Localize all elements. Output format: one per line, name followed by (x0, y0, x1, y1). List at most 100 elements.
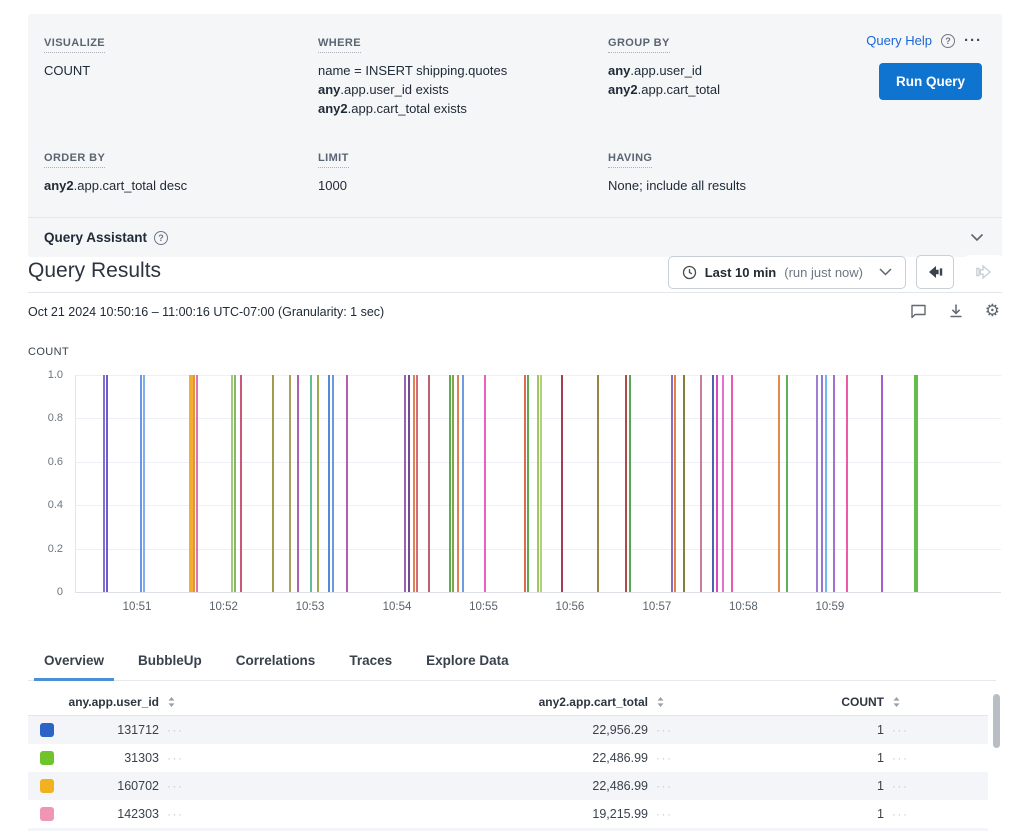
series-spike (683, 375, 685, 592)
series-spike (700, 375, 702, 592)
column-header-user-id[interactable]: any.app.user_id (28, 695, 159, 709)
download-icon[interactable] (948, 303, 964, 319)
cell-count: 1 (824, 751, 884, 765)
query-clause[interactable]: None; include all results (608, 176, 860, 195)
query-section-order-by[interactable]: ORDER BYany2.app.cart_total desc (44, 148, 318, 195)
series-spike (524, 375, 526, 592)
series-spike (413, 375, 415, 592)
query-section-limit[interactable]: LIMIT1000 (318, 148, 608, 195)
run-query-button[interactable]: Run Query (879, 63, 982, 100)
cell-user-id: 131712 (64, 723, 159, 737)
chevron-down-icon (879, 268, 892, 276)
x-tick-label: 10:55 (469, 601, 498, 613)
cell-count: 1 (824, 807, 884, 821)
series-spike (671, 375, 673, 592)
section-label: HAVING (608, 152, 652, 168)
x-tick-label: 10:58 (729, 601, 758, 613)
assistant-help-icon[interactable]: ? (154, 231, 168, 245)
query-assistant-row[interactable]: Query Assistant ? (28, 217, 1002, 257)
cell-actions-icon[interactable]: ··· (648, 723, 682, 737)
series-spike (716, 375, 718, 592)
query-section-group-by[interactable]: GROUP BY any.app.user_idany2.app.cart_tot… (608, 33, 860, 118)
time-controls: Last 10 min (run just now) (668, 255, 1002, 289)
chart-y-axis-title: COUNT (28, 346, 69, 358)
sort-icon[interactable] (166, 696, 177, 708)
column-header-count[interactable]: COUNT (682, 695, 884, 709)
cell-actions-icon[interactable]: ··· (884, 807, 928, 821)
result-action-icons: ⚙ (910, 303, 1000, 319)
series-spike (449, 375, 451, 592)
gear-icon[interactable]: ⚙ (985, 303, 1000, 319)
query-clause[interactable]: any2.app.cart_total (608, 80, 860, 99)
query-section-where[interactable]: WHERE name = INSERT shipping.quotesany.ap… (318, 33, 608, 118)
previous-query-button[interactable] (916, 255, 954, 289)
query-clause[interactable]: 1000 (318, 176, 608, 195)
tab-explore-data[interactable]: Explore Data (416, 646, 519, 681)
table-row[interactable]: 142303 ··· 19,215.99 ··· 1 ··· (28, 800, 988, 828)
query-help-link[interactable]: Query Help (866, 33, 932, 48)
time-range-select[interactable]: Last 10 min (run just now) (668, 256, 906, 289)
cell-actions-icon[interactable]: ··· (884, 723, 928, 737)
cell-actions-icon[interactable]: ··· (159, 723, 193, 737)
series-spike (457, 375, 459, 592)
series-spike (537, 375, 539, 592)
table-row[interactable]: 160702 ··· 22,486.99 ··· 1 ··· (28, 772, 988, 800)
series-spike (103, 375, 105, 592)
chevron-down-icon[interactable] (970, 233, 984, 242)
tab-correlations[interactable]: Correlations (226, 646, 326, 681)
table-scrollbar[interactable] (993, 694, 1000, 748)
y-tick-label: 1.0 (48, 369, 63, 381)
tab-traces[interactable]: Traces (339, 646, 402, 681)
cell-actions-icon[interactable]: ··· (884, 779, 928, 793)
cell-actions-icon[interactable]: ··· (648, 807, 682, 821)
cell-actions-icon[interactable]: ··· (159, 779, 193, 793)
series-spike (297, 375, 299, 592)
section-label: WHERE (318, 37, 361, 53)
query-clause[interactable]: any.app.user_id exists (318, 80, 608, 99)
series-spike (712, 375, 714, 592)
cell-actions-icon[interactable]: ··· (884, 751, 928, 765)
series-spike (317, 375, 319, 592)
comment-icon[interactable] (910, 303, 927, 319)
series-spike (404, 375, 406, 592)
series-spike (778, 375, 780, 592)
tab-overview[interactable]: Overview (34, 646, 114, 681)
query-section-having[interactable]: HAVING None; include all results (608, 148, 860, 195)
count-timeseries-chart[interactable]: 1.00.80.60.40.20 10:5110:5210:5310:5410:… (75, 375, 1001, 593)
x-tick-label: 10:57 (643, 601, 672, 613)
y-tick-label: 0 (57, 586, 63, 598)
query-clause[interactable]: name = INSERT shipping.quotes (318, 61, 608, 80)
cell-actions-icon[interactable]: ··· (159, 751, 193, 765)
series-spike (234, 375, 236, 592)
series-color-swatch (40, 751, 54, 765)
table-body: 131712 ··· 22,956.29 ··· 1 ··· 31303 ···… (28, 716, 988, 828)
tab-bubbleup[interactable]: BubbleUp (128, 646, 212, 681)
query-clause[interactable]: any.app.user_id (608, 61, 860, 80)
series-spike (332, 375, 334, 592)
cell-count: 1 (824, 779, 884, 793)
sort-icon[interactable] (891, 696, 902, 708)
query-clause[interactable]: any2.app.cart_total exists (318, 99, 608, 118)
cell-actions-icon[interactable]: ··· (159, 807, 193, 821)
table-row[interactable]: 31303 ··· 22,486.99 ··· 1 ··· (28, 744, 988, 772)
help-circle-icon[interactable]: ? (941, 34, 955, 48)
table-header-row: any.app.user_id any2.app.cart_total COUN… (28, 689, 988, 716)
results-table: any.app.user_id any2.app.cart_total COUN… (28, 689, 988, 831)
series-spike (914, 375, 918, 592)
sort-icon[interactable] (655, 696, 666, 708)
cell-cart-total: 22,486.99 (508, 751, 648, 765)
query-section-visualize[interactable]: VISUALIZECOUNT (44, 33, 318, 118)
results-title: Query Results (28, 259, 161, 283)
overflow-menu-icon[interactable]: ··· (964, 36, 982, 46)
column-header-cart-total[interactable]: any2.app.cart_total (193, 695, 648, 709)
cell-user-id: 142303 (64, 807, 159, 821)
cell-actions-icon[interactable]: ··· (648, 779, 682, 793)
query-clause[interactable]: any2.app.cart_total desc (44, 176, 318, 195)
series-spike (189, 375, 193, 592)
cell-actions-icon[interactable]: ··· (648, 751, 682, 765)
series-spike (231, 375, 233, 592)
table-row[interactable]: 131712 ··· 22,956.29 ··· 1 ··· (28, 716, 988, 744)
query-clause[interactable]: COUNT (44, 61, 318, 80)
section-label: GROUP BY (608, 37, 670, 53)
series-spike (674, 375, 676, 592)
